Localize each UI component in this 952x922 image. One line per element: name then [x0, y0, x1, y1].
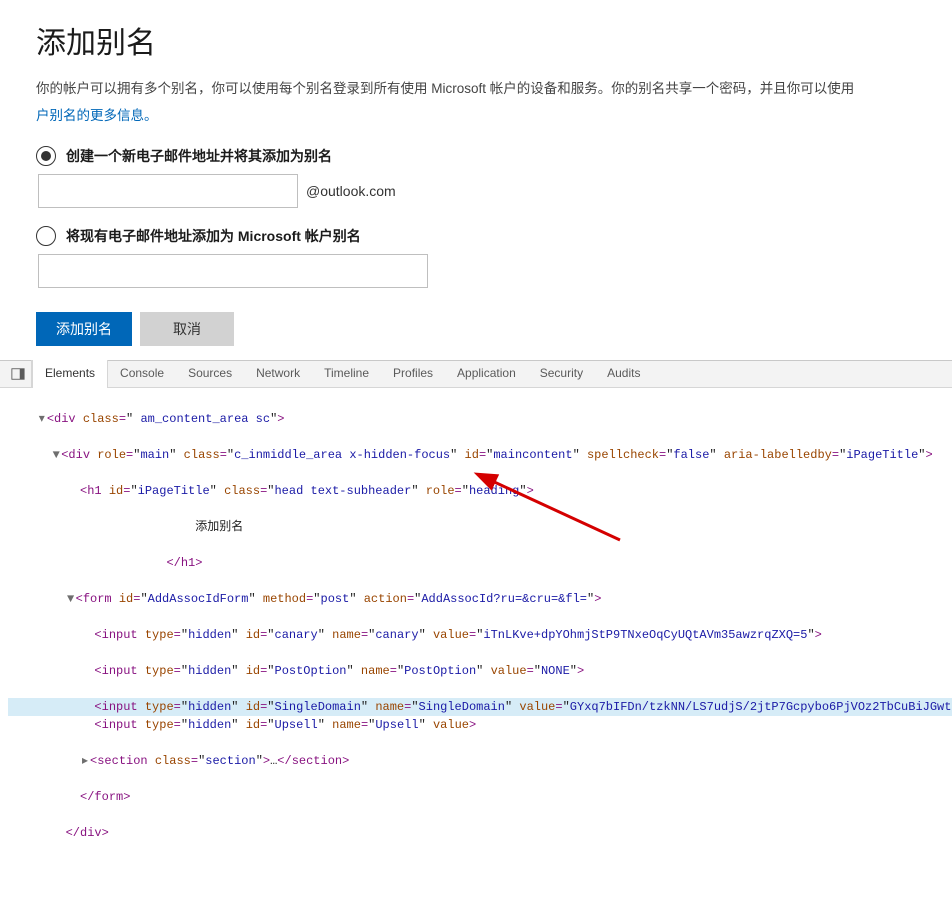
radio-unselected-icon — [36, 226, 56, 246]
devtools-panel: Elements Console Sources Network Timelin… — [0, 360, 952, 922]
page-title: 添加别名 — [36, 18, 916, 62]
radio-existing-email[interactable]: 将现有电子邮件地址添加为 Microsoft 帐户别名 — [36, 226, 916, 246]
tab-timeline[interactable]: Timeline — [312, 360, 381, 387]
dom-tree[interactable]: ▾<div class=" am_content_area sc"> ▼<div… — [0, 388, 952, 922]
tab-profiles[interactable]: Profiles — [381, 360, 445, 387]
domain-suffix: @outlook.com — [306, 183, 396, 199]
radio-existing-label: 将现有电子邮件地址添加为 Microsoft 帐户别名 — [66, 226, 361, 246]
cancel-button[interactable]: 取消 — [140, 312, 234, 346]
radio-create-new-label: 创建一个新电子邮件地址并将其添加为别名 — [66, 146, 332, 166]
tab-audits[interactable]: Audits — [595, 360, 652, 387]
page-description: 你的帐户可以拥有多个别名，你可以使用每个别名登录到所有使用 Microsoft … — [36, 78, 916, 100]
tab-application[interactable]: Application — [445, 360, 528, 387]
tab-elements[interactable]: Elements — [32, 360, 108, 388]
more-info-link[interactable]: 户别名的更多信息。 — [36, 104, 158, 124]
tab-sources[interactable]: Sources — [176, 360, 244, 387]
add-alias-button[interactable]: 添加别名 — [36, 312, 132, 346]
existing-email-input[interactable] — [38, 254, 428, 288]
tab-network[interactable]: Network — [244, 360, 312, 387]
radio-create-new[interactable]: 创建一个新电子邮件地址并将其添加为别名 — [36, 146, 916, 166]
new-email-input[interactable] — [38, 174, 298, 208]
radio-selected-icon — [36, 146, 56, 166]
tab-console[interactable]: Console — [108, 360, 176, 387]
dock-side-icon[interactable] — [4, 360, 32, 387]
tab-security[interactable]: Security — [528, 360, 595, 387]
